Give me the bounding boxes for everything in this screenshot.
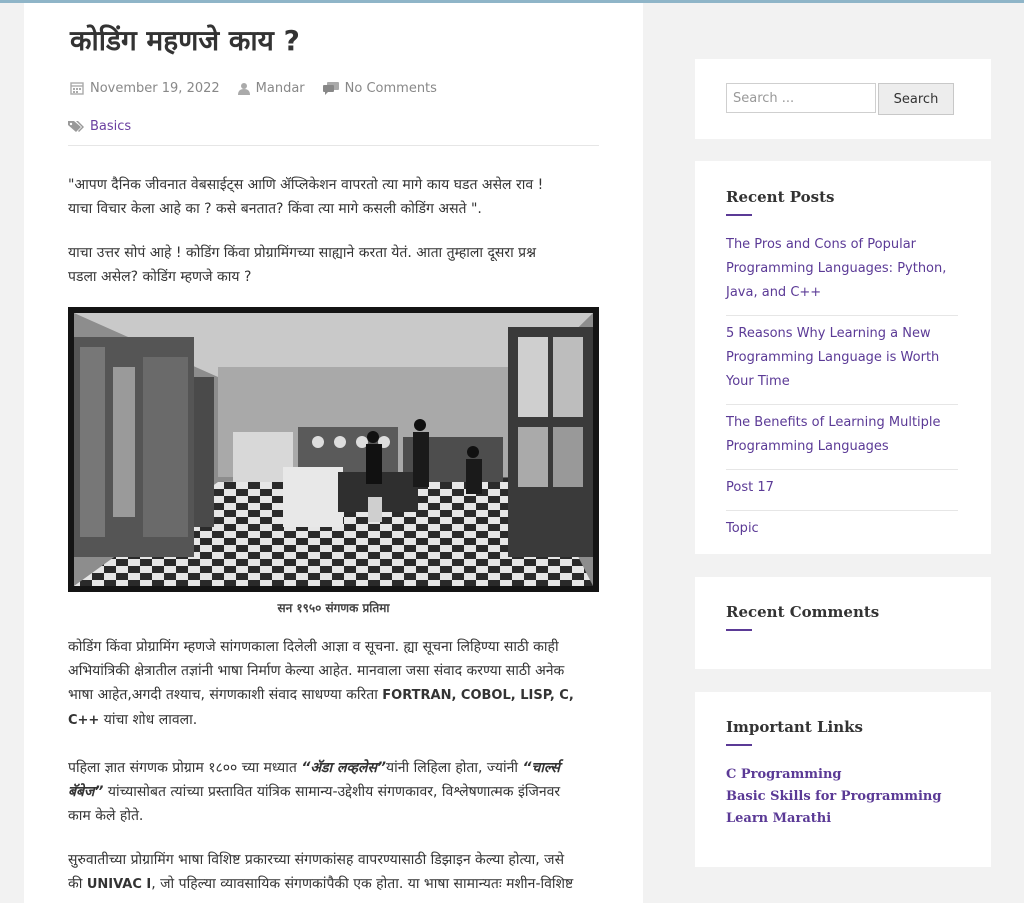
search-input[interactable]: Search ... bbox=[726, 83, 876, 113]
post-comments-link[interactable]: No Comments bbox=[322, 81, 437, 96]
image-caption: सन १९५० संगणक प्रतिमा bbox=[277, 601, 390, 615]
important-links-list: C Programming Basic Skills for Programmi… bbox=[726, 764, 941, 830]
recent-post-link[interactable]: The Benefits of Learning Multiple Progra… bbox=[726, 409, 958, 470]
title-underline bbox=[726, 214, 752, 216]
recent-comments-widget: Recent Comments bbox=[695, 577, 991, 669]
recent-comments-title: Recent Comments bbox=[726, 603, 880, 621]
recent-post-link[interactable]: Post 17 bbox=[726, 474, 958, 511]
recent-post-link[interactable]: 5 Reasons Why Learning a New Programming… bbox=[726, 320, 958, 405]
charles-babbage-name: “चार्ल्स bbox=[522, 760, 560, 776]
title-underline bbox=[726, 744, 752, 746]
paragraph-3: कोडिंग किंवा प्रोग्रामिंग म्हणजे सांगणका… bbox=[68, 639, 574, 728]
recent-posts-title: Recent Posts bbox=[726, 188, 835, 206]
languages-list: FORTRAN, COBOL, LISP, C, bbox=[382, 688, 574, 703]
link-c-programming[interactable]: C Programming bbox=[726, 764, 941, 786]
tags-icon bbox=[68, 121, 84, 132]
search-button[interactable]: Search bbox=[878, 83, 954, 115]
comments-icon bbox=[322, 81, 339, 95]
page-title: कोडिंग महणजे काय ? bbox=[70, 24, 300, 57]
recent-post-link[interactable]: The Pros and Cons of Popular Programming… bbox=[726, 231, 958, 316]
paragraph-5: सुरुवातीच्या प्रोग्रामिंग भाषा विशिष्ट प… bbox=[68, 852, 574, 892]
user-icon bbox=[237, 82, 250, 95]
category-link[interactable]: Basics bbox=[68, 119, 131, 134]
meta-divider bbox=[68, 145, 599, 146]
paragraph-2: याचा उत्तर सोपं आहे ! कोडिंग किंवा प्रोग… bbox=[68, 245, 537, 285]
calendar-icon bbox=[70, 82, 84, 95]
link-basic-skills[interactable]: Basic Skills for Programming bbox=[726, 786, 941, 808]
article-card: कोडिंग महणजे काय ? November 19, 2022 Man… bbox=[24, 3, 643, 903]
post-meta: November 19, 2022 Mandar No Comments bbox=[70, 79, 455, 97]
search-widget: Search ... Search bbox=[695, 59, 991, 139]
univac-name: UNIVAC I bbox=[86, 877, 152, 892]
recent-posts-widget: Recent Posts The Pros and Cons of Popula… bbox=[695, 161, 991, 554]
title-underline bbox=[726, 629, 752, 631]
ada-lovelace-name: “ॲडा लव्हलेस” bbox=[301, 760, 386, 776]
post-author[interactable]: Mandar bbox=[237, 81, 305, 96]
computer-1950-image bbox=[68, 307, 599, 592]
recent-posts-list: The Pros and Cons of Popular Programming… bbox=[726, 231, 958, 555]
link-learn-marathi[interactable]: Learn Marathi bbox=[726, 808, 941, 830]
important-links-widget: Important Links C Programming Basic Skil… bbox=[695, 692, 991, 867]
post-date[interactable]: November 19, 2022 bbox=[70, 81, 220, 96]
paragraph-4: पहिला ज्ञात संगणक प्रोग्राम १८०० च्या मध… bbox=[68, 760, 561, 824]
important-links-title: Important Links bbox=[726, 718, 863, 736]
paragraph-1: "आपण दैनिक जीवनात वेबसाईट्स आणि ॲप्लिकेश… bbox=[68, 177, 544, 217]
language-cpp: C++ bbox=[68, 713, 100, 728]
recent-post-link[interactable]: Topic bbox=[726, 515, 958, 551]
